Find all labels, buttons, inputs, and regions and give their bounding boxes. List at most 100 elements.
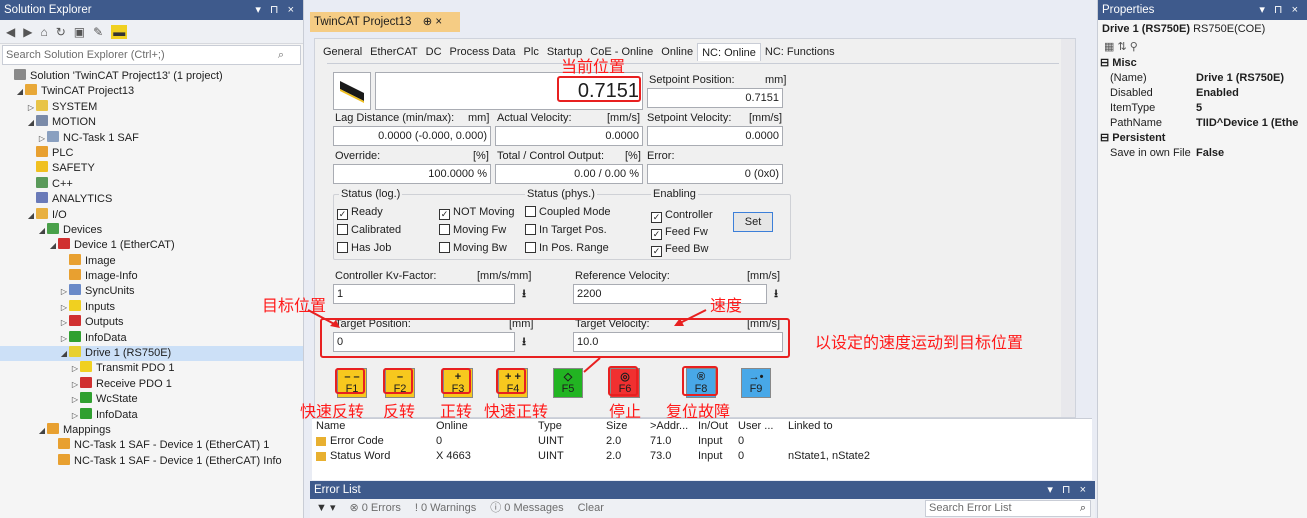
expand-arrow-icon[interactable]: ▷ [70,361,80,376]
preview-icon[interactable]: ▬ [111,24,128,39]
tree-item[interactable]: ▷ Outputs [0,315,303,330]
tab-nc-online[interactable]: NC: Online [697,43,761,61]
tab-general[interactable]: General [319,43,366,61]
tree-item[interactable]: ▷ Inputs [0,299,303,315]
property-row[interactable]: Save in own File False [1098,146,1307,161]
checkbox-moving-bw[interactable]: Moving Bw [439,242,507,254]
tree-item[interactable]: ◢ Devices [0,222,303,238]
forward-icon[interactable]: ▶ [23,25,32,39]
expand-arrow-icon[interactable]: ▷ [59,300,69,315]
error-list-controls[interactable]: ▾ ⊓ × [1047,481,1089,499]
properties-object[interactable]: Drive 1 (RS750E) RS750E(COE) [1098,20,1307,38]
expand-arrow-icon[interactable]: ▷ [26,100,36,115]
property-value[interactable]: Drive 1 (RS750E) [1196,71,1284,86]
collapse-icon[interactable]: ⊟ [1100,57,1112,69]
tree-item[interactable]: NC-Task 1 SAF - Device 1 (EtherCAT) Info [0,453,303,469]
expand-arrow-icon[interactable]: ▷ [59,331,69,346]
property-value[interactable]: TIID^Device 1 (Ethe [1196,116,1298,131]
checkbox-calibrated[interactable]: Calibrated [337,224,401,236]
grid-column-header[interactable]: Linked to [788,419,833,434]
checkbox-has-job[interactable]: Has Job [337,242,391,254]
property-row[interactable]: Disabled Enabled [1098,86,1307,101]
expand-arrow-icon[interactable]: ◢ [48,238,58,253]
grid-column-header[interactable]: Type [538,419,562,434]
grid-column-header[interactable]: Name [316,419,345,434]
tab-online[interactable]: Online [657,43,697,61]
expand-arrow-icon[interactable]: ◢ [15,84,25,99]
property-section-header[interactable]: ⊟ Misc [1098,56,1307,71]
checkbox-moving-fw[interactable]: Moving Fw [439,224,506,236]
search-icon[interactable]: ⌕ [278,46,284,64]
wrench-icon[interactable]: ⚲ [1130,41,1138,53]
property-value[interactable]: False [1196,146,1224,161]
checkbox-box[interactable]: ✓ [337,209,348,220]
tab-ethercat[interactable]: EtherCAT [366,43,421,61]
alphabetical-icon[interactable]: ⇅ [1117,41,1126,53]
expand-arrow-icon[interactable]: ◢ [59,346,69,361]
table-row[interactable]: Status Word X 4663 UINT 2.0 73.0 Input 0 nState… [312,449,1092,464]
tree-item[interactable]: ▷ Receive PDO 1 [0,376,303,392]
tree-item[interactable]: SAFETY [0,161,303,176]
property-row[interactable]: (Name) Drive 1 (RS750E) [1098,71,1307,86]
expand-arrow-icon[interactable]: ◢ [26,208,36,223]
expand-arrow-icon[interactable]: ▷ [70,392,80,407]
checkbox-box[interactable] [525,242,536,253]
expand-arrow-icon[interactable]: ◢ [26,115,36,130]
checkbox-in-target-pos-[interactable]: In Target Pos. [525,224,607,236]
checkbox-box[interactable] [337,224,348,235]
tree-item[interactable]: ▷ WcState [0,392,303,407]
expand-arrow-icon[interactable]: ▷ [59,284,69,299]
set-button[interactable]: Set [733,212,773,232]
back-icon[interactable]: ◀ [6,25,15,39]
checkbox-feed-bw[interactable]: ✓ Feed Bw [651,243,708,257]
tree-item[interactable]: ▷ InfoData [0,330,303,346]
grid-column-header[interactable]: User ... [738,419,773,434]
tree-item[interactable]: C++ [0,176,303,192]
tree-item[interactable]: ▷ SyncUnits [0,284,303,299]
errors-filter[interactable]: ⊗ 0 Errors [349,499,400,518]
tree-item[interactable]: ▷ Transmit PDO 1 [0,361,303,376]
warnings-filter[interactable]: ! 0 Warnings [415,499,476,518]
checkbox-coupled-mode[interactable]: Coupled Mode [525,206,611,218]
table-row[interactable]: Error Code 0 UINT 2.0 71.0 Input 0 [312,434,1092,449]
checkbox-feed-fw[interactable]: ✓ Feed Fw [651,226,708,240]
tree-item[interactable]: ▷ NC-Task 1 SAF [0,130,303,146]
wrench-icon[interactable]: ✎ [93,25,103,39]
grid-column-header[interactable]: In/Out [698,419,728,434]
expand-arrow-icon[interactable]: ▷ [70,377,80,392]
checkbox-box[interactable] [525,224,536,235]
collapse-icon[interactable]: ⊟ [1100,132,1112,144]
checkbox-box[interactable] [439,224,450,235]
tree-item[interactable]: Image [0,253,303,269]
tree-item[interactable]: Image-Info [0,269,303,284]
document-tab[interactable]: TwinCAT Project13 ⊕ × [310,12,460,32]
expand-arrow-icon[interactable]: ▷ [37,131,47,146]
checkbox-controller[interactable]: ✓ Controller [651,209,713,223]
home-icon[interactable]: ⌂ [40,25,47,39]
checkbox-box[interactable] [525,206,536,217]
expand-arrow-icon[interactable]: ▷ [70,408,80,423]
tab-nc-functions[interactable]: NC: Functions [761,43,839,61]
checkbox-box[interactable] [439,242,450,253]
categorized-icon[interactable]: ▦ [1104,41,1114,53]
checkbox-not-moving[interactable]: ✓ NOT Moving [439,206,515,220]
expand-arrow-icon[interactable]: ◢ [37,223,47,238]
tab-process-data[interactable]: Process Data [446,43,520,61]
tree-item[interactable]: Solution 'TwinCAT Project13' (1 project) [0,69,303,84]
ref-velocity-download-icon[interactable]: ⭳ [769,285,783,303]
tree-item[interactable]: ◢ Device 1 (EtherCAT) [0,238,303,253]
tree-item[interactable]: ANALYTICS [0,192,303,207]
property-value[interactable]: Enabled [1196,86,1239,101]
checkbox-box[interactable]: ✓ [651,229,662,240]
error-search-input[interactable]: Search Error List ⌕ [925,500,1091,517]
expand-arrow-icon[interactable]: ▷ [59,315,69,330]
property-value[interactable]: 5 [1196,101,1202,116]
search-icon[interactable]: ⌕ [1080,501,1086,516]
property-row[interactable]: ItemType 5 [1098,101,1307,116]
tab-dc[interactable]: DC [422,43,446,61]
tree-item[interactable]: ◢ MOTION [0,115,303,130]
solution-search-input[interactable]: Search Solution Explorer (Ctrl+;) ⌕ [2,45,301,65]
checkbox-box[interactable] [337,242,348,253]
tab-plc[interactable]: Plc [520,43,543,61]
tab-close-icon[interactable]: ⊕ × [423,16,443,28]
